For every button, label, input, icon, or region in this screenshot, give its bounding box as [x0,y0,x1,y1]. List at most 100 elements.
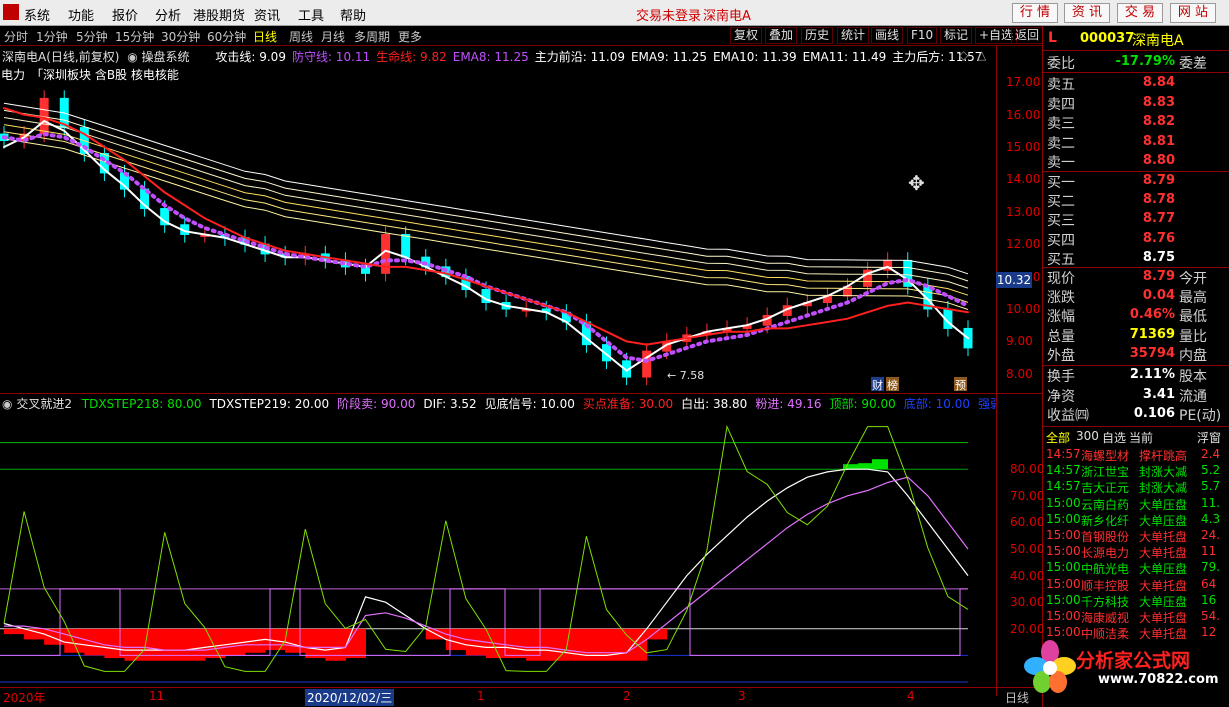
ticker-stock[interactable]: 首钢股份 [1081,528,1129,545]
buy-level-price[interactable]: 8.75 [1103,250,1175,265]
ticker-tab-watchlist[interactable]: 自选 [1102,429,1126,446]
stat-value: 0.04 [1142,288,1175,304]
event-finance-badge[interactable]: 财 [871,377,884,392]
ticker-time: 15:00 [1046,544,1081,559]
mark-button[interactable]: 标记 [940,27,973,44]
buy-level-price[interactable]: 8.77 [1103,211,1175,226]
back-button[interactable]: 返回 [1011,27,1043,44]
period-tab-15min[interactable]: 15分钟 [115,28,154,45]
sub-expand-icon[interactable]: ◉ [2,397,12,411]
buy-level-price[interactable]: 8.78 [1103,192,1175,207]
period-tab-1min[interactable]: 1分钟 [36,28,68,45]
ticker-stock[interactable]: 长源电力 [1081,544,1129,561]
oscillator-chart[interactable] [0,412,996,686]
main-indicator-label: 主力前沿: 11.09 [534,50,625,64]
sell-level-price[interactable]: 8.84 [1103,75,1175,90]
ticker-event: 撑杆跳高 [1139,449,1188,463]
price-axis-label: 17.00 [1006,75,1041,90]
sell-level-price[interactable]: 8.83 [1103,95,1175,110]
buy-level-price[interactable]: 8.76 [1103,231,1175,246]
candlestick-chart[interactable] [0,64,996,392]
date-axis: 2020年 11 2020/12/02/三 1 2 3 4 日线 [0,688,1042,707]
diamond-icon[interactable]: ◇ [959,48,968,62]
statistics-button[interactable]: 统计 [837,27,870,44]
login-status[interactable]: 交易未登录 [636,5,701,24]
event-list-badge[interactable]: 榜 [886,377,899,392]
sell-level-price[interactable]: 8.80 [1103,153,1175,168]
buy-level-label: 买一 [1047,175,1075,191]
stat-value: 0.106 [1133,406,1175,421]
ticker-tab-current[interactable]: 当前 [1129,429,1153,446]
buy-level-price[interactable]: 8.79 [1103,173,1175,188]
period-tab-timeshare[interactable]: 分时 [4,28,28,45]
stock-name: 深南电A [1132,33,1184,49]
period-tab-60min[interactable]: 60分钟 [207,28,246,45]
float-window-button[interactable]: 浮窗 [1197,429,1221,446]
main-chart-indicator-bar: 深南电A(日线,前复权) ◉ 操盘系统 攻击线: 9.09 防守线: 10.11 生… [2,48,992,64]
ticker-stock[interactable]: 海螺型材 [1081,447,1129,464]
overlay-button[interactable]: 叠加 [765,27,798,44]
price-axis-label: 15.00 [1006,140,1041,154]
ticker-stock[interactable]: 吉大正元 [1081,479,1129,496]
ticker-stock[interactable]: 顺丰控股 [1081,577,1129,594]
period-tab-weekly[interactable]: 周线 [289,28,313,45]
main-indicator-label: 主力后方: 11.57 [892,50,983,64]
website-button[interactable]: 网 站 [1170,3,1216,23]
menu-tools[interactable]: 工具 [298,5,324,24]
ticker-event: 封涨大减 [1139,481,1188,496]
main-chart-system[interactable]: 操盘系统 [142,50,190,64]
period-tab-multi[interactable]: 多周期 [354,28,390,45]
sub-indicator-label: TDXSTEP218: 80.00 [81,397,202,411]
ticker-stock[interactable]: 新乡化纤 [1081,512,1129,529]
ticker-time: 14:57 [1046,463,1081,478]
menu-quotes[interactable]: 报价 [112,5,138,24]
price-axis-label: 16.00 [1006,107,1041,122]
sell-level-price[interactable]: 8.81 [1103,134,1175,149]
ticker-tab-all[interactable]: 全部 [1046,429,1070,446]
stat-label: 外盘 [1047,347,1075,364]
menu-analysis[interactable]: 分析 [155,5,181,24]
ticker-tab-300[interactable]: 300 [1076,429,1099,443]
ticker-stock[interactable]: 海康威视 [1081,609,1129,626]
stat-label: 最低 [1179,309,1207,326]
ticker-time: 14:57 [1046,447,1081,461]
period-tab-30min[interactable]: 30分钟 [161,28,200,45]
event-forecast-badge[interactable]: 预 [954,377,967,392]
date-label: 3 [738,689,746,703]
expand-icon[interactable]: ◉ [127,50,137,64]
ticker-value: 54. [1201,609,1221,623]
main-indicator-label: EMA11: 11.49 [802,50,887,64]
draw-line-button[interactable]: 画线 [871,27,904,44]
ticker-stock[interactable]: 中顺洁柔 [1081,625,1129,642]
sub-chart-title[interactable]: 交叉就进2 [16,397,72,411]
buy-level-label: 买二 [1047,194,1075,211]
period-tab-daily[interactable]: 日线 [253,28,277,45]
sell-level-price[interactable]: 8.82 [1103,114,1175,129]
period-tab-5min[interactable]: 5分钟 [76,28,108,45]
stat-label: 涨幅 [1047,309,1075,326]
triangle-icon[interactable]: △ [977,48,986,62]
stat-value: 3.41 [1142,386,1175,402]
ticker-stock[interactable]: 中航光电 [1081,560,1129,577]
menu-hk-futures[interactable]: 港股期货 [193,5,245,24]
ticker-value: 4.3 [1201,511,1221,526]
quotes-button[interactable]: 行 情 [1012,3,1058,23]
ticker-stock[interactable]: 千方科技 [1081,593,1129,610]
menu-function[interactable]: 功能 [68,5,94,24]
trade-button[interactable]: 交 易 [1117,3,1163,23]
news-button[interactable]: 资 讯 [1064,3,1110,23]
ticker-value: 64 [1201,576,1217,591]
period-tab-more[interactable]: 更多 [398,28,422,45]
period-tab-monthly[interactable]: 月线 [321,28,345,45]
menu-help[interactable]: 帮助 [340,5,366,24]
history-button[interactable]: 历史 [801,27,834,44]
ticker-stock[interactable]: 浙江世宝 [1081,463,1129,480]
series-line-攻击线 [3,119,969,372]
menu-system[interactable]: 系统 [24,5,50,24]
stat-label: 现价 [1047,271,1075,287]
adjust-rights-button[interactable]: 复权 [730,27,763,44]
menu-news[interactable]: 资讯 [254,5,280,24]
ticker-stock[interactable]: 云南白药 [1081,496,1129,513]
f10-button[interactable]: F10 [907,27,938,44]
osc-histogram-bar [445,628,467,651]
